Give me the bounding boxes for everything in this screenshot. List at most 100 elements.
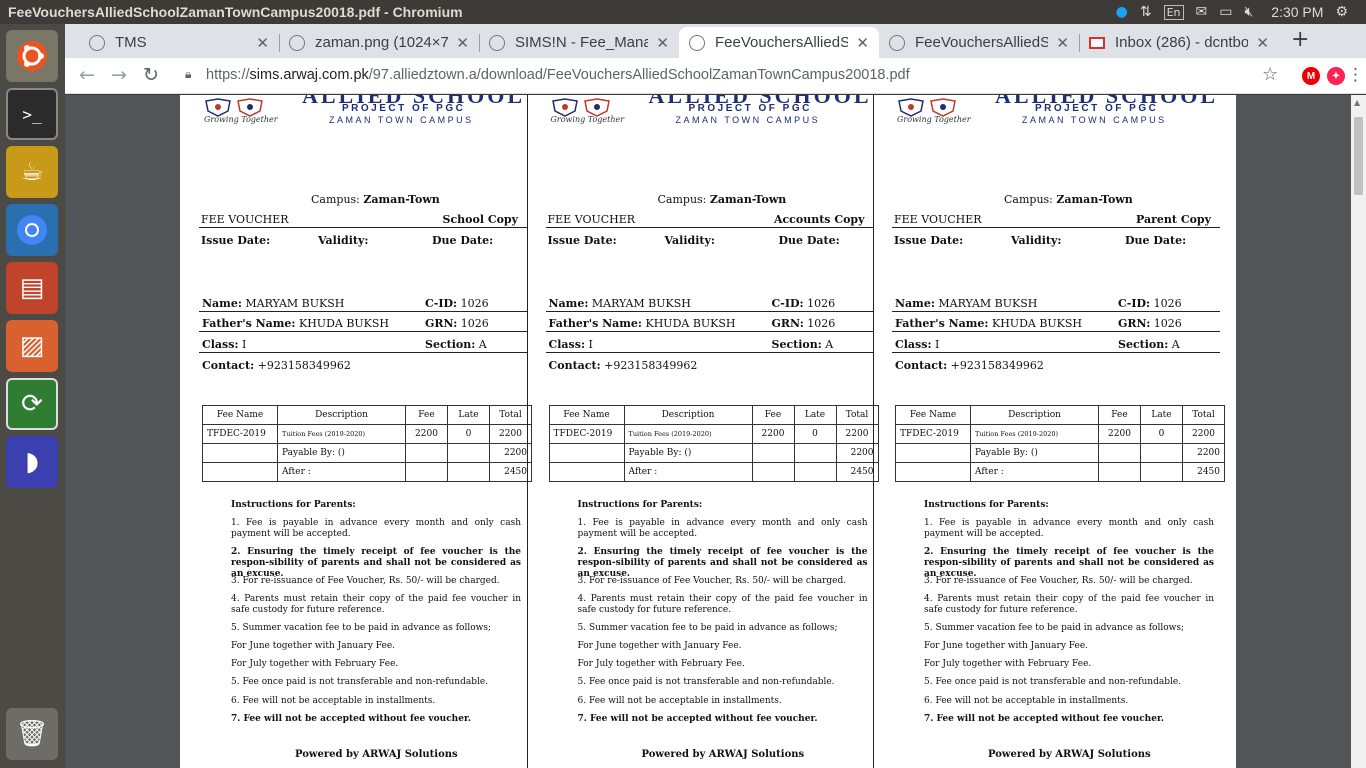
instruction-1: 1. Fee is payable in advance every month… bbox=[924, 518, 1214, 539]
student-grn: GRN: 1026 bbox=[425, 317, 489, 330]
project-of-pgc: PROJECT OF PGC bbox=[688, 103, 812, 114]
launcher-sidebar: >_ ☕︎ ▤ ▨ ⟳ ◗ 🗑︎ bbox=[0, 24, 65, 768]
network-transfer-icon[interactable]: ⇅ bbox=[1140, 4, 1152, 20]
voucher-divider bbox=[526, 95, 528, 768]
clock[interactable]: 2:30 PM bbox=[1271, 4, 1323, 20]
student-name: Name: MARYAM BUKSH bbox=[202, 297, 345, 310]
mail-icon[interactable]: ✉ bbox=[1196, 4, 1208, 20]
fee-voucher-label: FEE VOUCHER bbox=[201, 213, 289, 226]
file-viewer-icon[interactable]: ▨ bbox=[6, 320, 58, 372]
instruction-7: 7. Fee will not be accepted without fee … bbox=[924, 714, 1164, 724]
father-name: Father's Name: KHUDA BUKSH bbox=[548, 317, 736, 330]
close-icon[interactable]: ✕ bbox=[856, 34, 869, 52]
instruction-4: 4. Parents must retain their copy of the… bbox=[577, 594, 868, 615]
campus-line: Campus: Zaman-Town bbox=[311, 193, 440, 206]
pdf-page: Growing Together ALLIED SCHOOL PROJECT O… bbox=[180, 95, 1236, 768]
power-gear-icon[interactable]: ⚙ bbox=[1335, 4, 1348, 20]
globe-icon bbox=[889, 34, 905, 51]
keyboard-language-indicator[interactable]: En bbox=[1163, 4, 1184, 20]
address-bar[interactable]: https://sims.arwaj.com.pk/97.alliedztown… bbox=[206, 67, 910, 83]
school-crest-icon bbox=[205, 98, 263, 117]
top-panel: FeeVouchersAlliedSchoolZamanTownCampus20… bbox=[0, 0, 1366, 24]
powered-by: Powered by ARWAJ Solutions bbox=[988, 749, 1151, 760]
instruction-1: 1. Fee is payable in advance every month… bbox=[577, 518, 868, 539]
fee-voucher-copy-1: Growing Together ALLIED SCHOOL PROJECT O… bbox=[182, 95, 532, 768]
validity-label: Validity: bbox=[664, 234, 715, 247]
volume-muted-icon[interactable]: 🔇︎ bbox=[1244, 4, 1253, 20]
student-cid: C-ID: 1026 bbox=[771, 297, 836, 310]
new-tab-button[interactable]: + bbox=[1291, 27, 1309, 52]
campus-line: Campus: Zaman-Town bbox=[657, 193, 787, 206]
tab-fee-vouchers-2[interactable]: FeeVouchersAlliedS ✕ bbox=[879, 27, 1079, 58]
reload-icon[interactable]: ↻ bbox=[143, 64, 159, 86]
ubuntu-dash-icon[interactable] bbox=[6, 30, 58, 82]
school-tagline: Growing Together bbox=[897, 115, 971, 124]
school-tagline: Growing Together bbox=[550, 115, 625, 124]
tab-strip: TMS ✕ zaman.png (1024×7 ✕ SIMS!N - Fee_M… bbox=[65, 24, 1366, 58]
scrollbar-thumb[interactable] bbox=[1354, 117, 1363, 195]
project-of-pgc: PROJECT OF PGC bbox=[342, 103, 466, 114]
father-name: Father's Name: KHUDA BUKSH bbox=[202, 317, 390, 330]
contact-number: Contact: +923158349962 bbox=[548, 359, 698, 372]
powered-by: Powered by ARWAJ Solutions bbox=[641, 749, 805, 760]
lock-icon[interactable]: 🔒︎ bbox=[185, 67, 191, 82]
project-of-pgc: PROJECT OF PGC bbox=[1035, 103, 1159, 114]
trash-icon[interactable]: 🗑︎ bbox=[6, 708, 58, 760]
battery-icon[interactable]: ▭ bbox=[1219, 4, 1232, 20]
tab-zaman-png[interactable]: zaman.png (1024×7 ✕ bbox=[279, 27, 479, 58]
tab-sims-fee-manager[interactable]: SIMS!N - Fee_Manag ✕ bbox=[479, 27, 679, 58]
files-manager-icon[interactable]: ▤ bbox=[6, 262, 58, 314]
bookmark-star-icon[interactable]: ☆ bbox=[1262, 64, 1278, 85]
menu-dots-icon[interactable]: ⋮ bbox=[1347, 65, 1364, 85]
fee-voucher-label: FEE VOUCHER bbox=[547, 213, 636, 226]
voucher-divider bbox=[873, 95, 874, 768]
close-icon[interactable]: ✕ bbox=[1056, 34, 1069, 52]
instruction-july: For July together with February Fee. bbox=[231, 659, 399, 669]
close-icon[interactable]: ✕ bbox=[656, 34, 669, 52]
tab-tms[interactable]: TMS ✕ bbox=[79, 27, 279, 58]
vertical-scrollbar[interactable]: ▲ bbox=[1351, 95, 1366, 768]
terminal-icon[interactable]: >_ bbox=[6, 88, 58, 140]
copy-type-label: Parent Copy bbox=[1136, 213, 1211, 226]
issue-date-label: Issue Date: bbox=[547, 234, 617, 247]
instruction-4: 4. Parents must retain their copy of the… bbox=[924, 594, 1214, 615]
instructions-title: Instructions for Parents: bbox=[924, 500, 1049, 510]
instruction-7: 7. Fee will not be accepted without fee … bbox=[231, 714, 471, 724]
after-due-row: After : 2450 bbox=[202, 462, 532, 482]
close-icon[interactable]: ✕ bbox=[256, 34, 269, 52]
student-name: Name: MARYAM BUKSH bbox=[548, 297, 691, 310]
campus-subtitle: ZAMAN TOWN CAMPUS bbox=[329, 115, 474, 125]
tab-gmail-inbox[interactable]: Inbox (286) - dcntbo ✕ bbox=[1079, 27, 1279, 58]
student-name: Name: MARYAM BUKSH bbox=[895, 297, 1038, 310]
close-icon[interactable]: ✕ bbox=[456, 34, 469, 52]
extension-red-icon[interactable]: ✦ bbox=[1327, 67, 1345, 85]
student-section: Section: A bbox=[425, 338, 487, 351]
tab-fee-vouchers-active[interactable]: FeeVouchersAlliedS ✕ bbox=[679, 27, 879, 58]
globe-icon bbox=[289, 34, 305, 51]
globe-icon bbox=[89, 34, 105, 51]
forward-arrow-icon[interactable]: → bbox=[111, 64, 127, 86]
chromium-icon[interactable] bbox=[6, 204, 58, 256]
instruction-1: 1. Fee is payable in advance every month… bbox=[231, 518, 521, 539]
instructions-title: Instructions for Parents: bbox=[231, 500, 356, 510]
fee-table: Fee Name Description Fee Late Total TFDE… bbox=[548, 405, 879, 482]
software-updater-icon[interactable]: ⟳ bbox=[6, 378, 58, 430]
instruction-3: 3. For re-issuance of Fee Voucher, Rs. 5… bbox=[577, 576, 847, 586]
teapot-app-icon[interactable]: ☕︎ bbox=[6, 146, 58, 198]
back-arrow-icon[interactable]: ← bbox=[79, 64, 95, 86]
fee-voucher-label: FEE VOUCHER bbox=[894, 213, 982, 226]
table-row: TFDEC-2019 Tuition Fees (2019-2020) 2200… bbox=[202, 424, 532, 444]
pdf-viewer[interactable]: Growing Together ALLIED SCHOOL PROJECT O… bbox=[65, 95, 1351, 768]
validity-label: Validity: bbox=[318, 234, 369, 247]
instruction-5b: 5. Fee once paid is not transferable and… bbox=[231, 677, 489, 687]
student-grn: GRN: 1026 bbox=[1118, 317, 1182, 330]
close-icon[interactable]: ✕ bbox=[1256, 34, 1269, 52]
fee-table-header: Fee Name Description Fee Late Total bbox=[895, 405, 1225, 425]
instruction-5: 5. Summer vacation fee to be paid in adv… bbox=[577, 623, 838, 633]
scroll-up-arrow-icon[interactable]: ▲ bbox=[1354, 98, 1360, 107]
window-title: FeeVouchersAlliedSchoolZamanTownCampus20… bbox=[8, 4, 463, 20]
dolphin-app-icon[interactable]: ◗ bbox=[6, 436, 58, 488]
extension-m-icon[interactable]: M bbox=[1302, 67, 1320, 85]
fee-table-header: Fee Name Description Fee Late Total bbox=[548, 405, 879, 425]
skype-icon[interactable]: ● bbox=[1116, 4, 1128, 20]
